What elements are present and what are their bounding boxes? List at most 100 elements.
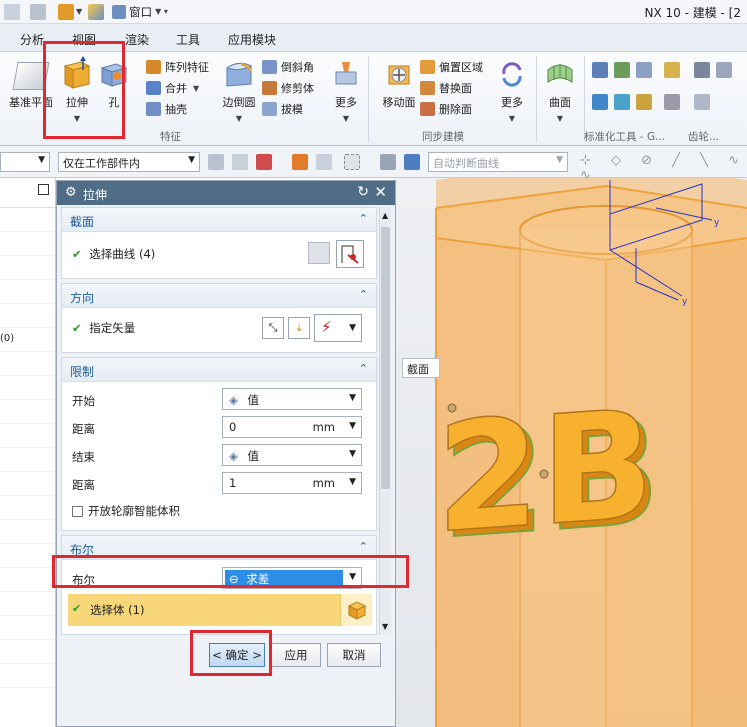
navigator-row[interactable]: [0, 232, 55, 256]
direction-header[interactable]: 方向 ⌃: [62, 284, 376, 308]
curve-rule-select[interactable]: 自动判断曲线 ▼: [428, 152, 568, 172]
snap-b-icon[interactable]: [232, 154, 248, 170]
select-body-row[interactable]: ✔ 选择体 (1): [68, 594, 372, 626]
collapse-icon[interactable]: ⌃: [359, 212, 368, 225]
scope-filter-select[interactable]: 仅在工作部件内 ▼: [58, 152, 200, 172]
apply-button[interactable]: 应用: [271, 643, 321, 667]
scrollbar-thumb[interactable]: [381, 227, 390, 489]
scroll-up-icon[interactable]: ▲: [382, 211, 388, 220]
navigator-row[interactable]: [0, 280, 55, 304]
select-point-icon[interactable]: [316, 154, 332, 170]
point-set-icon[interactable]: [592, 62, 608, 78]
gear-b-icon[interactable]: [716, 62, 732, 78]
tool-b-icon[interactable]: [614, 94, 630, 110]
vector-type-select[interactable]: ⚡ ▼: [314, 314, 362, 342]
draft-button[interactable]: 拔模: [262, 100, 303, 118]
type-filter-select[interactable]: ▼: [0, 152, 50, 172]
navigator-row[interactable]: [0, 640, 55, 664]
navigator-row[interactable]: [0, 592, 55, 616]
move-face-button[interactable]: 移动面: [372, 56, 426, 110]
more-sync-button[interactable]: 更多 ▼: [490, 56, 534, 123]
trim-body-button[interactable]: 修剪体: [262, 79, 314, 97]
replace-face-button[interactable]: 替换面: [420, 79, 472, 97]
select-curve-row[interactable]: ✔ 选择曲线 (4): [72, 246, 155, 262]
menu-analysis[interactable]: 分析: [20, 31, 44, 48]
tool-c-icon[interactable]: [636, 94, 652, 110]
note-icon[interactable]: [664, 62, 680, 78]
graphics-window[interactable]: y y 2B 2B 截面: [396, 178, 747, 727]
chevron-down-icon[interactable]: ▼: [349, 477, 356, 487]
hide-icon[interactable]: [380, 154, 396, 170]
edit-icon[interactable]: [88, 3, 105, 20]
vector-dialog-icon[interactable]: ⤓: [288, 317, 310, 339]
limits-header[interactable]: 限制 ⌃: [62, 358, 376, 382]
gear-c-icon[interactable]: [694, 94, 710, 110]
collapse-icon[interactable]: ⌃: [359, 540, 368, 553]
navigator-row[interactable]: [0, 664, 55, 688]
reverse-direction-icon[interactable]: ⤡: [262, 317, 284, 339]
select-feature-icon[interactable]: [292, 154, 308, 170]
specify-vector-row[interactable]: ✔ 指定矢量: [72, 320, 135, 336]
window-menu[interactable]: 窗口: [129, 4, 152, 20]
navigator-row[interactable]: (0): [0, 328, 55, 352]
navigator-row[interactable]: [0, 352, 55, 376]
more-feature-button[interactable]: 更多 ▼: [326, 56, 366, 123]
sketch-section-icon[interactable]: [308, 242, 330, 264]
navigator-row[interactable]: [0, 208, 55, 232]
unite-button[interactable]: 合并 ▼: [146, 79, 199, 97]
chamfer-button[interactable]: 倒斜角: [262, 58, 314, 76]
navigator-row[interactable]: [0, 256, 55, 280]
curve-select-icon[interactable]: [336, 240, 364, 268]
navigator-row[interactable]: [0, 568, 55, 592]
rectangle-select-icon[interactable]: [344, 154, 360, 170]
reset-icon[interactable]: ↻: [357, 184, 369, 200]
navigator-row[interactable]: [0, 472, 55, 496]
scroll-down-icon[interactable]: ▼: [382, 622, 388, 631]
start-select[interactable]: ◈ 值 ▼: [222, 388, 362, 410]
section-header[interactable]: 截面 ⌃: [62, 208, 376, 232]
navigator-row[interactable]: [0, 304, 55, 328]
collapse-icon[interactable]: ⌃: [359, 362, 368, 375]
save-icon[interactable]: [4, 3, 20, 20]
menu-application[interactable]: 应用模块: [228, 31, 276, 48]
show-icon[interactable]: [404, 154, 420, 170]
distance2-input[interactable]: 1 mm ▼: [222, 472, 362, 494]
menu-tools[interactable]: 工具: [176, 31, 200, 48]
navigator-row[interactable]: [0, 544, 55, 568]
feature-group-label: 特征: [160, 131, 181, 143]
surface-button[interactable]: 曲面 ▼: [536, 56, 584, 123]
tool-a-icon[interactable]: [592, 94, 608, 110]
end-select[interactable]: ◈ 值 ▼: [222, 444, 362, 466]
open-profile-checkbox[interactable]: [72, 505, 83, 517]
navigator-row[interactable]: [0, 448, 55, 472]
pattern-feature-button[interactable]: 阵列特征: [146, 58, 209, 76]
book-icon[interactable]: [58, 3, 74, 20]
cylinder-icon[interactable]: [636, 62, 652, 78]
body-select-button[interactable]: [340, 594, 372, 626]
gear-a-icon[interactable]: [694, 62, 710, 78]
edge-blend-button[interactable]: 边倒圆 ▼: [212, 56, 266, 123]
open-profile-row[interactable]: 开放轮廓智能体积: [72, 503, 180, 519]
clipboard-icon[interactable]: [30, 3, 46, 20]
navigator-row[interactable]: [0, 616, 55, 640]
cancel-button[interactable]: 取消: [327, 643, 381, 667]
chevron-down-icon[interactable]: ▼: [349, 421, 356, 431]
navigator-row[interactable]: [0, 520, 55, 544]
navigator-row[interactable]: [0, 376, 55, 400]
distance1-input[interactable]: 0 mm ▼: [222, 416, 362, 438]
snap-icon[interactable]: [208, 154, 224, 170]
navigator-row[interactable]: [0, 496, 55, 520]
navigator-row[interactable]: [0, 400, 55, 424]
stack-icon[interactable]: [614, 62, 630, 78]
menu-render[interactable]: 渲染: [125, 31, 149, 48]
delete-face-button[interactable]: 删除面: [420, 100, 472, 118]
close-icon[interactable]: ✕: [374, 183, 387, 201]
shell-button[interactable]: 抽壳: [146, 100, 187, 118]
window-icon[interactable]: [112, 4, 127, 19]
offset-region-button[interactable]: 偏置区域: [420, 58, 483, 76]
maximize-icon[interactable]: [38, 184, 49, 195]
collapse-icon[interactable]: ⌃: [359, 288, 368, 301]
tool-d-icon[interactable]: [664, 94, 680, 110]
select-box-icon[interactable]: [256, 154, 272, 170]
navigator-row[interactable]: [0, 424, 55, 448]
